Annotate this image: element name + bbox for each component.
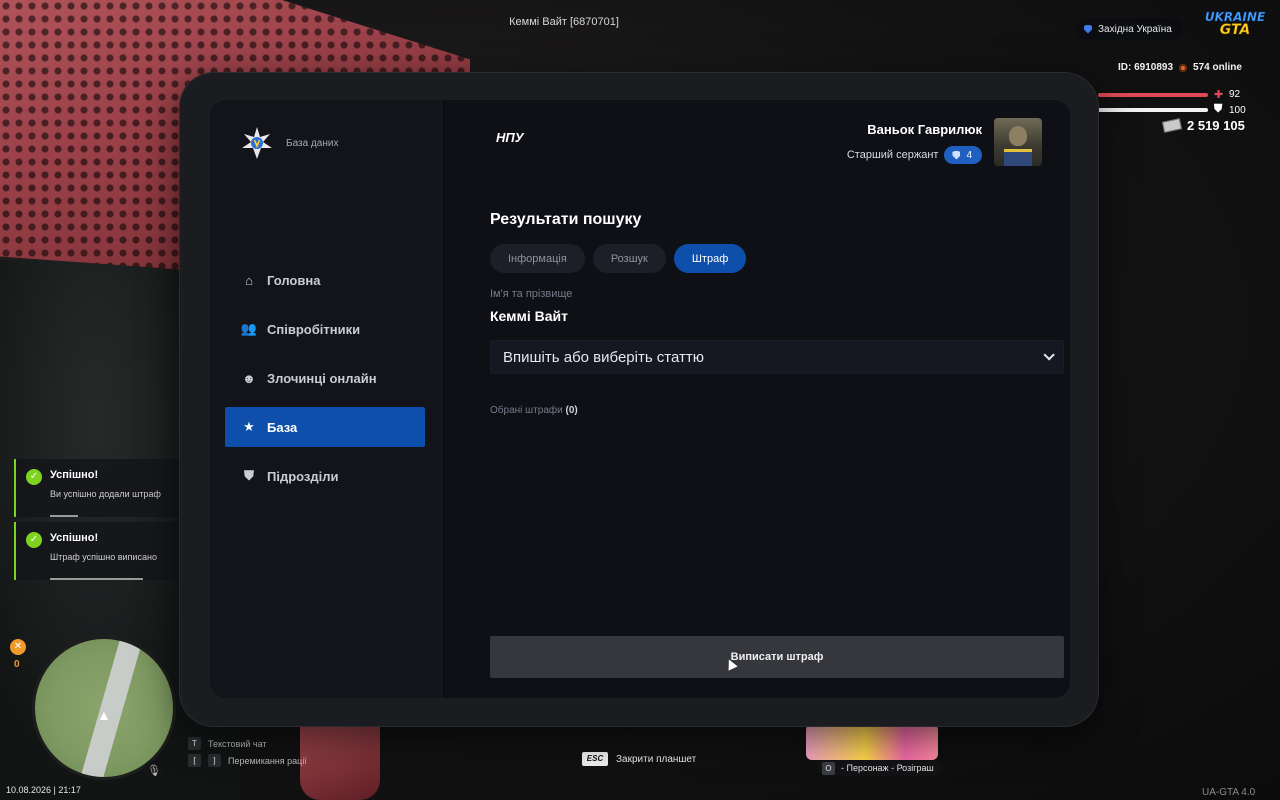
chat-hint-label: Текстовий чат <box>208 738 267 749</box>
criminal-icon: ☻ <box>242 370 256 386</box>
armor-bar <box>1098 108 1208 112</box>
section-title: Результати пошуку <box>490 211 642 228</box>
close-tablet-label: Закрити планшет <box>616 753 697 765</box>
sidebar-item-label: Підрозділи <box>267 468 339 484</box>
notification-title: Успішно! <box>50 532 99 544</box>
wanted-icon: ✕ <box>10 639 26 655</box>
key-o: O <box>822 761 835 775</box>
health-icon: ✚ <box>1214 89 1224 101</box>
logo-line2: GTA <box>1219 22 1251 38</box>
rank-shield-icon <box>952 150 961 160</box>
chevron-down-icon <box>1043 349 1055 361</box>
result-tabs: Інформація Розшук Штраф <box>490 244 747 273</box>
microphone-icon[interactable]: 🎙 <box>143 760 165 782</box>
tab-information[interactable]: Інформація <box>490 244 585 273</box>
key-bracket-left: [ <box>188 754 201 767</box>
selected-fines-label: Обрані штрафи <box>490 405 563 416</box>
key-t: T <box>188 737 201 750</box>
avatar <box>994 118 1042 166</box>
sidebar-item-staff[interactable]: 👥 Співробітники <box>225 309 425 349</box>
issue-fine-button[interactable]: Виписати штраф <box>490 636 1064 678</box>
user-name: Ваньок Гаврилюк <box>867 122 982 137</box>
main-content: Ваньок Гаврилюк Старший сержант 4 Резуль… <box>466 100 1070 698</box>
game-version: UA-GTA 4.0 <box>1202 787 1256 798</box>
check-icon: ✓ <box>26 532 42 548</box>
shield-icon <box>1084 24 1092 34</box>
notification-message: Штраф успішно виписано <box>50 552 157 562</box>
police-tablet: База даних НПУ ⌂ Головна 👥 Співробітники… <box>180 73 1098 726</box>
armor-icon: ⛊ <box>1214 103 1223 115</box>
radio-hint-label: Перемикання рації <box>228 755 307 766</box>
tab-fine[interactable]: Штраф <box>673 244 747 273</box>
hud-money: 2 519 105 <box>1162 118 1245 133</box>
cash-icon <box>1162 118 1182 133</box>
promo-hint-label: - Персонаж - Розіграш <box>841 763 934 773</box>
rank-level: 4 <box>966 149 972 161</box>
close-tablet-hint: ESC Закрити планшет <box>582 752 696 766</box>
notification-progress <box>50 515 78 517</box>
sidebar-item-criminals[interactable]: ☻ Злочинці онлайн <box>225 358 425 398</box>
notification-title: Успішно! <box>50 469 99 481</box>
hud-ids: ID: 6910893 574 online <box>1118 62 1242 73</box>
datetime: 10.08.2026 | 21:17 <box>6 785 81 795</box>
sidebar-item-label: Співробітники <box>267 321 361 337</box>
staff-icon: 👥 <box>240 321 258 336</box>
brand: База даних НПУ <box>240 126 524 160</box>
sidebar-item-database[interactable]: ★ База <box>225 407 425 447</box>
tab-wanted[interactable]: Розшук <box>592 244 666 273</box>
minimap: ▲ <box>32 636 176 780</box>
selected-fines-count: (0) <box>565 405 578 416</box>
radio-hint: [ ] Перемикання рації <box>188 754 307 767</box>
rank-badge: 4 <box>944 146 982 164</box>
sidebar: База даних НПУ ⌂ Головна 👥 Співробітники… <box>210 100 524 698</box>
name-label: Ім'я та прізвище <box>490 288 573 300</box>
star-icon: ★ <box>243 419 255 434</box>
promo-banner[interactable] <box>806 724 938 760</box>
sidebar-item-units[interactable]: ⛊ Підрозділи <box>225 456 425 496</box>
notification-progress <box>50 578 143 580</box>
article-select[interactable]: Впишіть або виберіть статтю <box>490 340 1064 374</box>
promo-hint: O - Персонаж - Розіграш <box>818 760 942 776</box>
shield-icon: ⛊ <box>244 468 254 483</box>
tablet-screen: База даних НПУ ⌂ Головна 👥 Співробітники… <box>210 100 1070 698</box>
selected-fines: Обрані штрафи (0) <box>490 405 578 416</box>
police-star-icon <box>240 126 274 160</box>
health-value: 92 <box>1229 89 1241 100</box>
name-value: Кеммі Вайт <box>490 308 568 324</box>
money-value: 2 519 105 <box>1187 118 1245 133</box>
hud-server-name: Західна Україна <box>1098 23 1172 35</box>
player-marker-icon: ▲ <box>97 707 111 723</box>
health-bar <box>1098 93 1208 97</box>
check-icon: ✓ <box>26 469 42 485</box>
chat-hint: T Текстовий чат <box>188 737 267 750</box>
hud-player-name: Кеммі Вайт [6870701] <box>509 16 619 28</box>
sidebar-item-label: Злочинці онлайн <box>267 370 377 386</box>
game-logo: UKRAINE GTA <box>1204 10 1266 45</box>
user-rank: Старший сержант <box>846 149 939 161</box>
hud-online: 574 online <box>1193 62 1242 73</box>
wanted-level: 0 <box>14 659 20 670</box>
notification-message: Ви успішно додали штраф <box>50 489 161 499</box>
home-icon: ⌂ <box>245 272 253 288</box>
user-card: Ваньок Гаврилюк Старший сержант 4 <box>847 118 1042 166</box>
user-rank-row: Старший сержант 4 <box>847 146 982 164</box>
online-icon <box>1179 63 1188 72</box>
sidebar-nav: ⌂ Головна 👥 Співробітники ☻ Злочинці онл… <box>225 260 425 505</box>
armor-value: 100 <box>1229 105 1246 116</box>
hud-server-badge: Західна Україна <box>1076 18 1182 40</box>
key-esc: ESC <box>582 752 608 766</box>
sidebar-item-label: База <box>267 419 298 435</box>
hud-player-id: ID: 6910893 <box>1118 62 1174 73</box>
brand-subtitle: База даних <box>286 137 339 149</box>
sidebar-item-label: Головна <box>267 272 321 288</box>
article-select-placeholder: Впишіть або виберіть статтю <box>503 348 705 366</box>
key-bracket-right: ] <box>208 754 221 767</box>
sidebar-item-home[interactable]: ⌂ Головна <box>225 260 425 300</box>
